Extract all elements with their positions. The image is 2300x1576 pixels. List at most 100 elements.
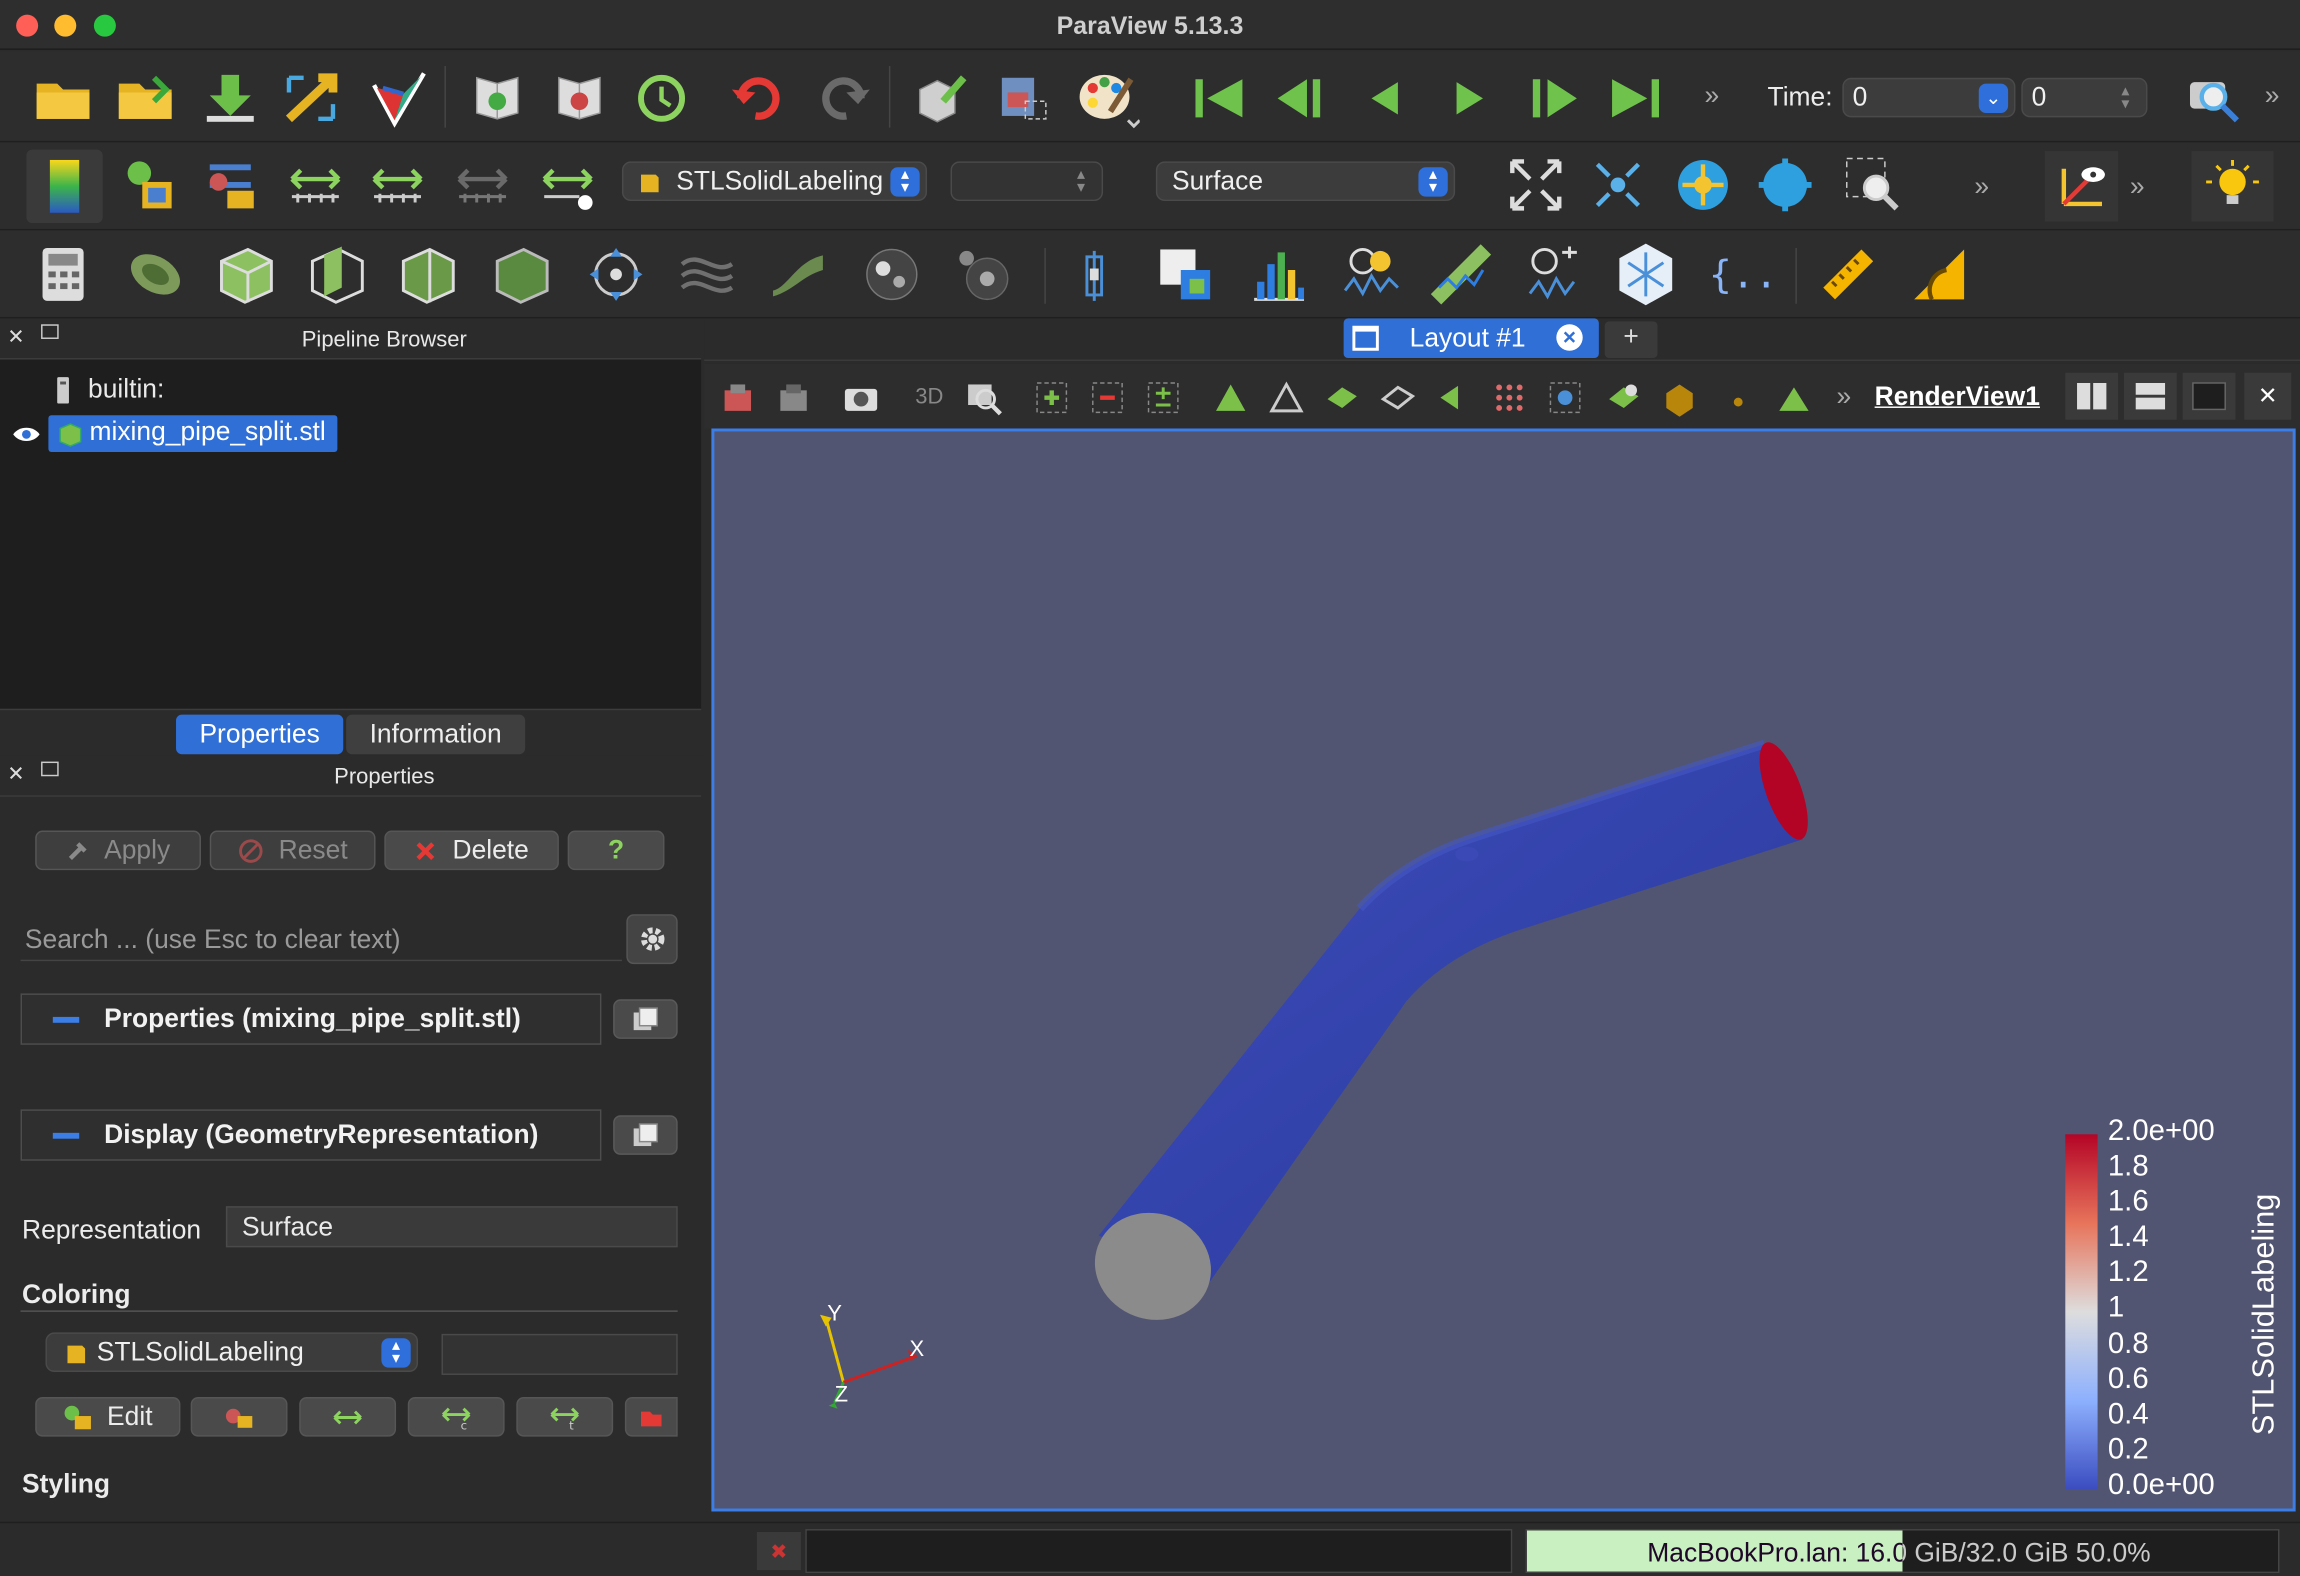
contour-icon[interactable] — [123, 242, 188, 307]
toolbar-overflow-icon[interactable]: » — [2130, 172, 2145, 203]
mode-3d-toggle[interactable]: 3D — [915, 384, 943, 409]
hover-cells-icon[interactable] — [1487, 376, 1531, 420]
delete-button[interactable]: Delete — [384, 830, 559, 871]
load-data-icon[interactable] — [199, 69, 261, 128]
camera-undo-icon[interactable] — [1754, 154, 1816, 216]
zoom-data-icon[interactable] — [962, 376, 1006, 420]
save-color-map-button[interactable] — [624, 1396, 678, 1437]
slice-icon[interactable] — [305, 242, 370, 307]
rescale-range-button[interactable] — [299, 1396, 397, 1437]
extract-level-icon[interactable] — [951, 242, 1016, 307]
render-viewport[interactable]: Y X Z — [711, 428, 2296, 1512]
redo-icon[interactable] — [813, 69, 875, 128]
split-vertical-icon[interactable] — [2123, 372, 2177, 420]
plot-over-line-icon[interactable] — [1429, 242, 1494, 307]
paraview-logo-icon[interactable] — [367, 66, 432, 131]
first-frame-icon[interactable] — [1188, 72, 1250, 125]
help-button[interactable]: ? — [567, 830, 665, 871]
copy-display-button[interactable] — [613, 1115, 678, 1155]
python-script-icon[interactable]: {...} — [1704, 242, 1771, 307]
play-icon[interactable] — [1443, 72, 1496, 125]
zoom-to-data-icon[interactable] — [2186, 72, 2248, 125]
close-view-icon[interactable]: ✕ — [2244, 372, 2292, 420]
connect-icon[interactable] — [282, 69, 344, 128]
screenshot-camera-icon[interactable] — [839, 376, 883, 420]
histogram-icon[interactable] — [1247, 242, 1312, 307]
capture-view-icon[interactable] — [772, 376, 816, 420]
hover-points-icon[interactable] — [1432, 376, 1476, 420]
stream-tracer-icon[interactable] — [675, 242, 740, 307]
rescale-custom-range-icon[interactable] — [285, 154, 347, 216]
reset-button[interactable]: Reset — [209, 830, 376, 871]
toolbar-overflow-icon[interactable]: » — [1836, 382, 1851, 413]
properties-section-header[interactable]: Properties (mixing_pipe_split.stl) — [20, 993, 602, 1045]
reset-camera-view-icon[interactable] — [716, 376, 760, 420]
tab-properties[interactable]: Properties — [176, 714, 344, 755]
tab-layout-1[interactable]: Layout #1 ✕ — [1343, 318, 1599, 359]
search-input[interactable]: Search ... (use Esc to clear text) — [20, 917, 622, 962]
maximize-view-icon[interactable] — [2182, 372, 2236, 420]
add-layout-tab-button[interactable]: + — [1604, 321, 1658, 359]
glyph-icon[interactable] — [584, 242, 649, 307]
group-datasets-icon[interactable] — [860, 242, 925, 307]
rescale-custom-button[interactable]: c — [407, 1396, 505, 1437]
python-shell-icon[interactable] — [1614, 239, 1679, 309]
camera-orbit-icon[interactable] — [1672, 154, 1734, 216]
extract-selection-icon[interactable] — [1153, 242, 1218, 307]
play-backward-icon[interactable] — [1358, 72, 1411, 125]
open-folder-icon[interactable] — [32, 69, 94, 128]
undo-icon[interactable] — [728, 69, 790, 128]
ruler-icon[interactable] — [1816, 242, 1881, 307]
reset-session-icon[interactable] — [631, 69, 693, 128]
center-axes-icon[interactable] — [2044, 151, 2119, 222]
time-value-combo[interactable]: 0 ⌄ — [1842, 77, 2016, 118]
color-array-selector[interactable]: STLSolidLabeling ▴ ▾ — [621, 161, 928, 202]
probe-location-icon[interactable] — [1065, 242, 1124, 307]
tab-information[interactable]: Information — [346, 714, 526, 755]
grow-selection-icon[interactable] — [1543, 376, 1587, 420]
pipeline-item-builtin[interactable]: builtin: — [53, 374, 164, 407]
display-section-header[interactable]: Display (GeometryRepresentation) — [20, 1109, 602, 1161]
select-points-on-icon[interactable] — [1085, 376, 1129, 420]
protractor-icon[interactable] — [1907, 242, 1972, 307]
previous-frame-icon[interactable] — [1270, 72, 1332, 125]
apply-button[interactable]: Apply — [35, 830, 201, 871]
open-recent-icon[interactable] — [114, 69, 176, 128]
plot-data-over-time-icon[interactable] — [1523, 242, 1588, 307]
select-cells-through-icon[interactable] — [1141, 376, 1185, 420]
save-screenshot-icon[interactable] — [992, 69, 1054, 128]
zoom-to-box-icon[interactable] — [1842, 154, 1904, 216]
rescale-temporal-range-icon[interactable] — [452, 154, 514, 216]
advanced-settings-button[interactable] — [626, 914, 678, 965]
clip-icon[interactable] — [214, 242, 279, 307]
copy-properties-button[interactable] — [613, 999, 678, 1039]
last-frame-icon[interactable] — [1605, 72, 1667, 125]
rescale-temporal-button[interactable]: t — [516, 1396, 614, 1437]
shrink-selection-icon[interactable] — [1602, 376, 1646, 420]
representation-field[interactable]: Surface — [225, 1206, 678, 1248]
visibility-eye-icon[interactable] — [12, 424, 41, 452]
find-data-icon[interactable] — [909, 69, 971, 128]
select-block-icon[interactable] — [1320, 376, 1364, 420]
toggle-color-legend-icon[interactable] — [26, 149, 103, 224]
render-view-name[interactable]: RenderView1 — [1875, 382, 2040, 413]
toolbar-overflow-icon[interactable]: » — [1704, 81, 1719, 112]
warp-by-vector-icon[interactable] — [766, 242, 831, 307]
select-polygon-icon[interactable] — [1264, 376, 1308, 420]
rescale-to-data-range-icon[interactable] — [537, 154, 599, 216]
palette-icon[interactable] — [1074, 66, 1141, 134]
toolbar-overflow-icon[interactable]: » — [1974, 172, 1989, 203]
reset-camera-icon[interactable] — [1505, 154, 1567, 216]
representation-selector[interactable]: Surface ▴ ▾ — [1155, 161, 1456, 202]
frustum-select-icon[interactable] — [1772, 376, 1816, 420]
rescale-visible-range-icon[interactable] — [367, 154, 429, 216]
save-state-icon[interactable] — [466, 69, 528, 128]
timestep-spinbox[interactable]: 0 ▴ ▾ — [2021, 77, 2148, 118]
light-kit-icon[interactable] — [2191, 151, 2274, 222]
plot-over-time-icon[interactable] — [1338, 242, 1403, 307]
calculator-icon[interactable] — [32, 242, 94, 307]
zoom-closest-icon[interactable] — [1587, 154, 1649, 216]
close-tab-icon[interactable]: ✕ — [1556, 324, 1583, 351]
next-frame-icon[interactable] — [1523, 72, 1585, 125]
toolbar-overflow-icon[interactable]: » — [2265, 81, 2280, 112]
